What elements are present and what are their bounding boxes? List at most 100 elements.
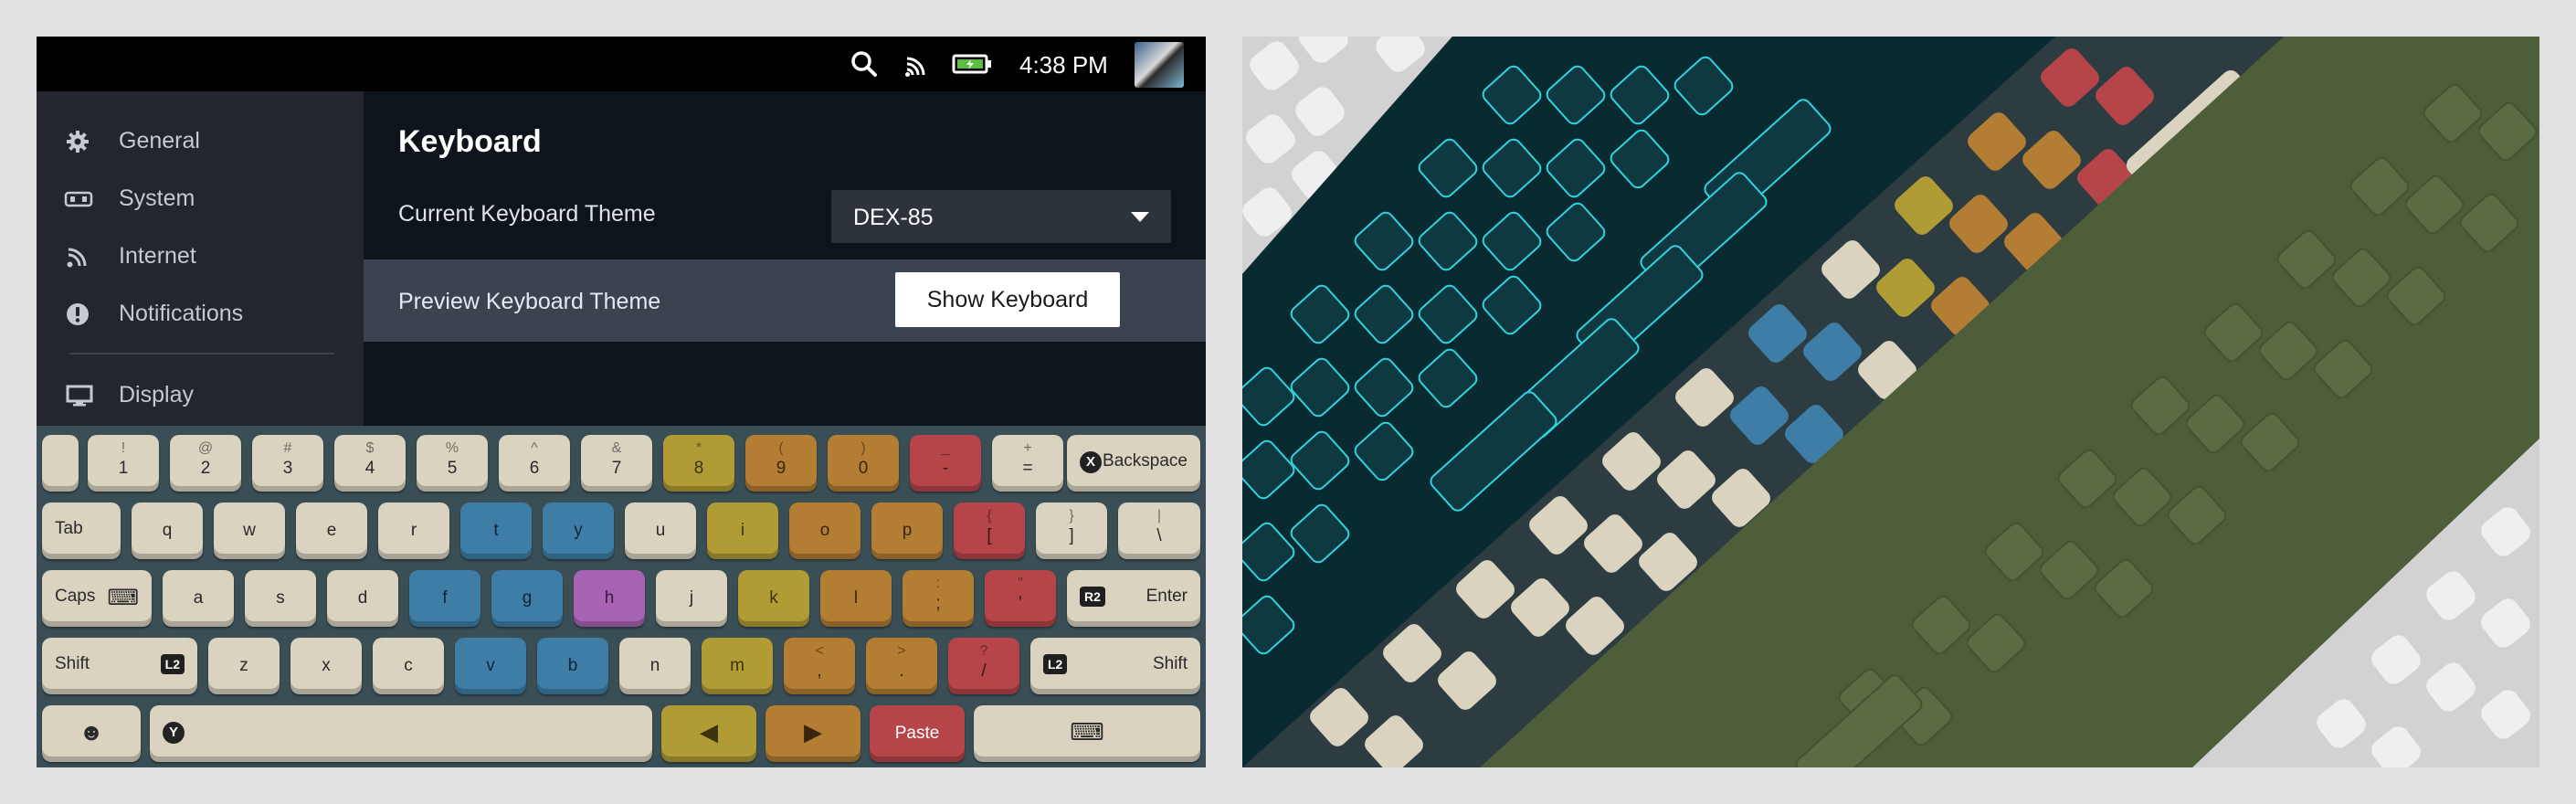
key-symbol[interactable]: | \ xyxy=(1118,503,1200,559)
key-symbol[interactable]: + = xyxy=(992,435,1063,492)
arrow-left-key[interactable]: ◀ xyxy=(661,705,756,762)
key-label: e xyxy=(326,521,337,540)
paste-key[interactable]: Paste xyxy=(870,705,965,762)
monitor-icon xyxy=(66,385,93,407)
key-8[interactable]: * 8 xyxy=(663,435,734,492)
key-symbol[interactable]: ? / xyxy=(948,638,1019,694)
key-o[interactable]: o xyxy=(789,503,860,559)
sidebar-item-notifications[interactable]: Notifications xyxy=(37,291,364,335)
clock: 4:38 PM xyxy=(1019,51,1108,79)
key-x[interactable]: x xyxy=(290,638,362,694)
arrow-right-key[interactable]: ▶ xyxy=(765,705,860,762)
key-tilde[interactable] xyxy=(42,435,79,492)
key-shift[interactable]: Shift L2 xyxy=(1030,638,1200,694)
key-label: 5 xyxy=(447,459,458,478)
key-label: g xyxy=(522,588,533,608)
emoji-key[interactable]: ☻ xyxy=(42,705,141,762)
key-1[interactable]: ! 1 xyxy=(88,435,159,492)
key-d[interactable]: d xyxy=(327,570,398,627)
steam-settings-screenshot: 4:38 PM General System Internet Notifica… xyxy=(37,37,1206,767)
key-i[interactable]: i xyxy=(707,503,778,559)
system-icon xyxy=(64,191,93,207)
y-button-icon: Y xyxy=(163,722,185,744)
sidebar-item-internet[interactable]: Internet xyxy=(37,234,364,278)
key-c[interactable]: c xyxy=(373,638,444,694)
emoji-icon: ☻ xyxy=(79,718,104,746)
battery-charging-icon xyxy=(952,54,991,74)
key-enter[interactable]: Enter R2 xyxy=(1067,570,1200,627)
key-0[interactable]: ) 0 xyxy=(828,435,899,492)
keyboard-hide-key[interactable]: ⌨ xyxy=(974,705,1200,762)
key-e[interactable]: e xyxy=(296,503,367,559)
key-label: o xyxy=(819,521,830,540)
key-l[interactable]: l xyxy=(820,570,892,627)
key-shift-label: ? xyxy=(979,643,988,659)
key-label: Shift xyxy=(55,653,90,673)
key-shift[interactable]: Shift L2 xyxy=(42,638,197,694)
key-z[interactable]: z xyxy=(208,638,280,694)
page-title: Keyboard xyxy=(398,124,542,159)
key-3[interactable]: #3 xyxy=(252,435,323,492)
key-j[interactable]: j xyxy=(656,570,727,627)
key-t[interactable]: t xyxy=(460,503,532,559)
theme-dropdown[interactable]: DEX-85 xyxy=(831,190,1171,243)
key-s[interactable]: s xyxy=(245,570,316,627)
key-shift-label: ( xyxy=(778,440,784,456)
show-keyboard-button[interactable]: Show Keyboard xyxy=(895,272,1120,327)
key-label: x xyxy=(322,656,331,675)
key-h[interactable]: h xyxy=(574,570,645,627)
key-w[interactable]: w xyxy=(214,503,285,559)
key-symbol[interactable]: >. xyxy=(866,638,937,694)
spacebar[interactable]: Y xyxy=(150,705,652,762)
key-label: 3 xyxy=(282,459,293,478)
key-label: 1 xyxy=(118,459,129,478)
key-symbol[interactable]: _ - xyxy=(910,435,981,492)
key-v[interactable]: v xyxy=(455,638,526,694)
sidebar-divider xyxy=(69,353,334,354)
sidebar-item-system[interactable]: System xyxy=(37,176,364,220)
key-shift-label: > xyxy=(897,643,906,659)
virtual-keyboard: ! 1 @2 #3 $4% 5 ^ 6 & 7 * 8(9) 0 _ - + = Backspace X Tab q w e… xyxy=(37,426,1206,767)
key-tab[interactable]: Tab xyxy=(42,503,121,559)
theme-dropdown-value: DEX-85 xyxy=(853,205,934,230)
key-q[interactable]: q xyxy=(132,503,203,559)
key-label: ' xyxy=(1019,594,1022,613)
key-symbol[interactable]: {[ xyxy=(954,503,1025,559)
key-9[interactable]: (9 xyxy=(745,435,817,492)
key-symbol[interactable]: <, xyxy=(784,638,855,694)
search-icon[interactable] xyxy=(850,49,879,79)
cast-icon[interactable] xyxy=(903,49,932,79)
key-k[interactable]: k xyxy=(738,570,809,627)
key-shift-label: @ xyxy=(197,440,214,456)
key-r[interactable]: r xyxy=(378,503,449,559)
key-a[interactable]: a xyxy=(163,570,234,627)
key-y[interactable]: y xyxy=(543,503,614,559)
key-6[interactable]: ^ 6 xyxy=(499,435,570,492)
key-n[interactable]: n xyxy=(619,638,691,694)
key-symbol[interactable]: :; xyxy=(903,570,974,627)
key-symbol[interactable]: }] xyxy=(1036,503,1107,559)
key-m[interactable]: m xyxy=(702,638,773,694)
key-f[interactable]: f xyxy=(409,570,480,627)
key-label: 7 xyxy=(611,459,622,478)
key-label: a xyxy=(193,588,204,608)
key-7[interactable]: & 7 xyxy=(581,435,652,492)
key-u[interactable]: u xyxy=(625,503,696,559)
key-symbol[interactable]: " ' xyxy=(985,570,1056,627)
key-backspace[interactable]: Backspace X xyxy=(1067,435,1200,492)
key-2[interactable]: @2 xyxy=(170,435,241,492)
key-g[interactable]: g xyxy=(491,570,563,627)
sidebar-item-general[interactable]: General xyxy=(37,119,364,163)
avatar[interactable] xyxy=(1135,42,1184,88)
sidebar-item-display[interactable]: Display xyxy=(37,373,364,417)
key-b[interactable]: b xyxy=(537,638,608,694)
key-caps[interactable]: Caps ⌨ xyxy=(42,570,152,627)
key-label: v xyxy=(486,656,495,675)
key-4[interactable]: $4 xyxy=(334,435,406,492)
theme-label: Current Keyboard Theme xyxy=(398,201,656,227)
key-p[interactable]: p xyxy=(871,503,943,559)
key-label: y xyxy=(574,521,583,540)
key-5[interactable]: % 5 xyxy=(417,435,488,492)
key-label: p xyxy=(902,521,913,540)
key-label: l xyxy=(853,588,859,608)
